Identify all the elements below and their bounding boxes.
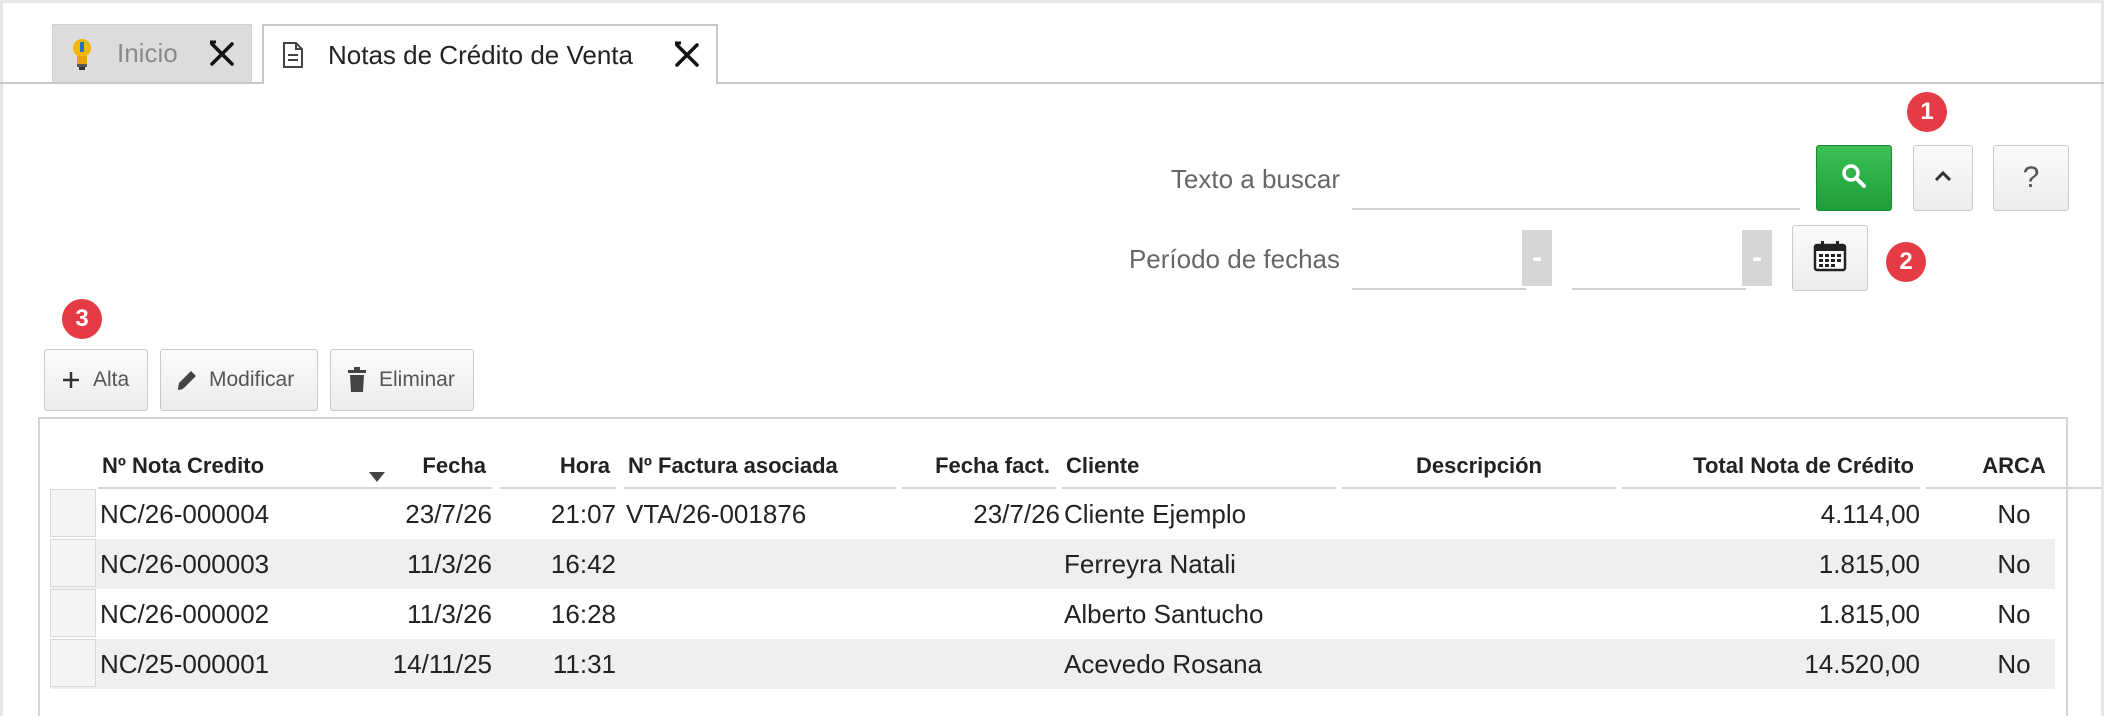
cell-descripcion (1344, 589, 1618, 639)
table-row[interactable]: NC/26-000003 11/3/26 16:42 Ferreyra Nata… (50, 539, 2055, 589)
credit-notes-table: Nº Nota Credito Fecha Hora Nº Factura as… (38, 417, 2102, 716)
document-icon (278, 37, 308, 73)
calendar-button[interactable] (1792, 225, 1868, 291)
date-period-label: Período de fechas (1128, 244, 1340, 274)
edit-button-label: Modificar (209, 368, 295, 391)
pencil-icon (173, 366, 201, 394)
cell-cliente: Acevedo Rosana (1064, 649, 1263, 679)
calendar-icon (1813, 240, 1847, 277)
cell-fecha: 14/11/25 (392, 649, 492, 679)
cell-arca: No (1997, 649, 2031, 679)
tab-notas-credito-venta[interactable]: Notas de Crédito de Venta (262, 24, 718, 84)
search-text-input[interactable] (1352, 158, 1800, 210)
tab-inicio[interactable]: Inicio (52, 24, 252, 82)
column-header-numero[interactable]: Nº Nota Credito (98, 449, 385, 489)
search-button[interactable] (1816, 145, 1892, 211)
cell-cliente: Cliente Ejemplo (1064, 499, 1247, 529)
table-row[interactable]: NC/26-000004 23/7/26 21:07 VTA/26-001876… (50, 489, 2055, 539)
edit-button[interactable]: Modificar (160, 349, 318, 411)
row-selector[interactable] (50, 589, 96, 637)
cell-fecha-fact (900, 539, 1060, 589)
collapse-filters-button[interactable] (1913, 145, 1973, 211)
date-from-dash-button[interactable]: - (1522, 230, 1552, 286)
search-icon (1841, 163, 1867, 194)
lightbulb-icon (67, 36, 97, 72)
chevron-up-icon (1934, 169, 1952, 187)
cell-cliente: Alberto Santucho (1064, 599, 1264, 629)
callout-badge-3: 3 (62, 299, 102, 339)
cell-fecha: 23/7/26 (405, 499, 492, 529)
cell-arca: No (1997, 549, 2031, 579)
delete-button-label: Eliminar (379, 368, 455, 391)
trash-icon (343, 366, 371, 394)
table-row[interactable]: NC/26-000002 11/3/26 16:28 Alberto Santu… (50, 589, 2055, 639)
add-button[interactable]: Alta (44, 349, 148, 411)
search-text-label: Texto a buscar (1170, 164, 1340, 194)
cell-arca: No (1997, 499, 2031, 529)
cell-total: 4.114,00 (1820, 499, 1920, 529)
cell-descripcion (1344, 539, 1618, 589)
cell-factura: VTA/26-001876 (626, 499, 807, 529)
column-header-fecha-fact[interactable]: Fecha fact. (902, 449, 1056, 489)
column-header-hora[interactable]: Hora (500, 449, 616, 489)
cell-numero: NC/26-000002 (100, 599, 270, 629)
cell-hora: 16:42 (550, 549, 616, 579)
cell-total: 14.520,00 (1804, 649, 1920, 679)
cell-hora: 11:31 (552, 649, 616, 679)
cell-numero: NC/26-000004 (100, 499, 270, 529)
cell-fecha-fact (900, 589, 1060, 639)
delete-button[interactable]: Eliminar (330, 349, 474, 411)
cell-descripcion (1344, 639, 1618, 689)
cell-numero: NC/26-000003 (100, 549, 270, 579)
date-to-input[interactable] (1572, 236, 1746, 290)
callout-badge-1: 1 (1907, 92, 1947, 132)
cell-fecha: 11/3/26 (407, 599, 492, 629)
cell-hora: 16:28 (550, 599, 616, 629)
cell-fecha-fact (900, 639, 1060, 689)
add-button-label: Alta (93, 368, 130, 391)
plus-icon (57, 366, 85, 394)
row-selector[interactable] (50, 489, 96, 537)
cell-fecha: 11/3/26 (407, 549, 492, 579)
column-header-fecha[interactable]: Fecha (342, 449, 492, 489)
cell-descripcion (1344, 489, 1618, 539)
date-from-input[interactable] (1352, 236, 1526, 290)
cell-total: 1.815,00 (1818, 549, 1920, 579)
cell-arca: No (1997, 599, 2031, 629)
column-header-factura[interactable]: Nº Factura asociada (624, 449, 896, 489)
cell-hora: 21:07 (550, 499, 616, 529)
date-to-dash-button[interactable]: - (1742, 230, 1772, 286)
close-tab-inicio-icon[interactable] (207, 39, 237, 69)
column-header-arca[interactable]: ARCA (1926, 449, 2102, 489)
column-header-total[interactable]: Total Nota de Crédito (1622, 449, 1920, 489)
help-button[interactable]: ? (1993, 145, 2069, 211)
callout-badge-2: 2 (1886, 242, 1926, 282)
tab-inicio-label: Inicio (117, 38, 178, 68)
column-header-descripcion[interactable]: Descripción (1342, 449, 1616, 489)
tab-notas-label: Notas de Crédito de Venta (328, 39, 633, 70)
window-left-border (0, 0, 3, 716)
row-selector[interactable] (50, 539, 96, 587)
column-header-cliente[interactable]: Cliente (1062, 449, 1336, 489)
cell-fecha-fact: 23/7/26 (973, 499, 1060, 529)
table-row[interactable]: NC/25-000001 14/11/25 11:31 Acevedo Rosa… (50, 639, 2055, 689)
cell-total: 1.815,00 (1818, 599, 1920, 629)
close-tab-notas-icon[interactable] (672, 40, 702, 70)
cell-numero: NC/25-000001 (100, 649, 270, 679)
cell-cliente: Ferreyra Natali (1064, 549, 1236, 579)
window-top-border (0, 0, 2104, 3)
row-selector[interactable] (50, 639, 96, 687)
